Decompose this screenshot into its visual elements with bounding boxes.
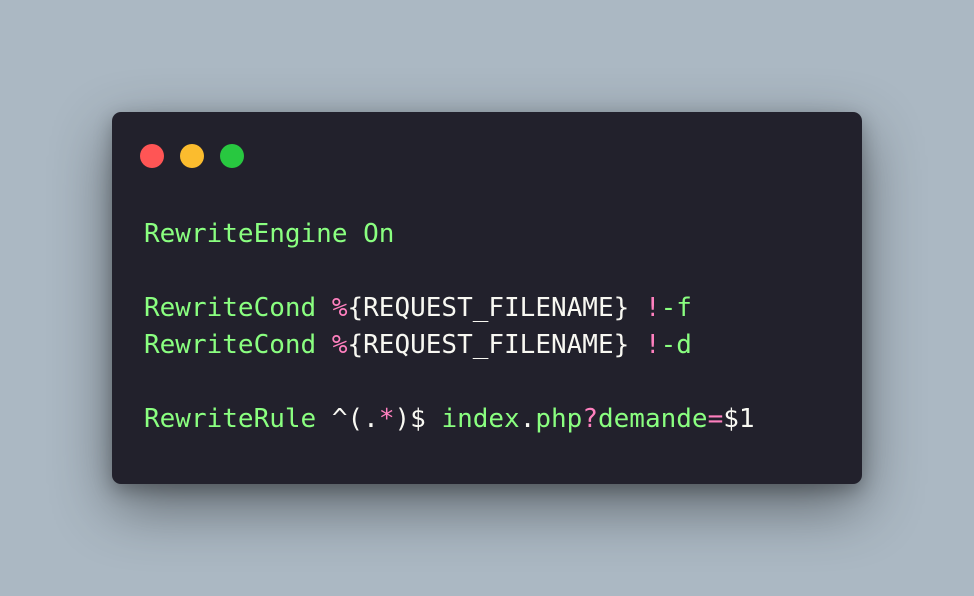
code-token-operator: !: [644, 330, 661, 360]
code-token-text: {REQUEST_FILENAME}: [347, 293, 630, 323]
code-token-text: $1: [723, 404, 755, 434]
code-token-operator: !: [644, 293, 661, 323]
code-token-operator: =: [707, 404, 724, 434]
code-line: RewriteCond %{REQUEST_FILENAME} !-d: [144, 327, 755, 364]
code-token-text: ^(.: [316, 404, 379, 434]
close-dot-icon[interactable]: [140, 144, 164, 168]
code-token-operator: ?: [582, 404, 598, 434]
code-token-keyword: -f: [660, 293, 692, 323]
code-token-keyword: RewriteCond: [144, 330, 317, 360]
maximize-dot-icon[interactable]: [220, 144, 244, 168]
code-token-keyword: RewriteCond: [144, 293, 317, 323]
minimize-dot-icon[interactable]: [180, 144, 204, 168]
code-token-keyword: RewriteEngine On: [144, 219, 395, 249]
code-line: RewriteRule ^(.*)$ index.php?demande=$1: [144, 401, 755, 438]
code-token-keyword: demande: [598, 404, 708, 434]
code-window: RewriteEngine On RewriteCond %{REQUEST_FI…: [112, 112, 862, 484]
code-line: RewriteCond %{REQUEST_FILENAME} !-f: [144, 290, 755, 327]
code-block: RewriteEngine On RewriteCond %{REQUEST_FI…: [144, 216, 755, 438]
code-line: RewriteEngine On: [144, 216, 755, 253]
code-token-keyword: RewriteRule: [144, 404, 317, 434]
window-controls: [140, 144, 244, 168]
code-token-text: .: [519, 404, 536, 434]
code-token-operator: %: [331, 330, 348, 360]
code-token-operator: %: [331, 293, 348, 323]
code-token-keyword: php: [535, 404, 583, 434]
code-token-keyword: -d: [660, 330, 692, 360]
code-token-keyword: index: [441, 404, 520, 434]
code-token-operator: *: [378, 404, 395, 434]
code-token-text: {REQUEST_FILENAME}: [347, 330, 630, 360]
code-token-text: )$: [394, 404, 442, 434]
